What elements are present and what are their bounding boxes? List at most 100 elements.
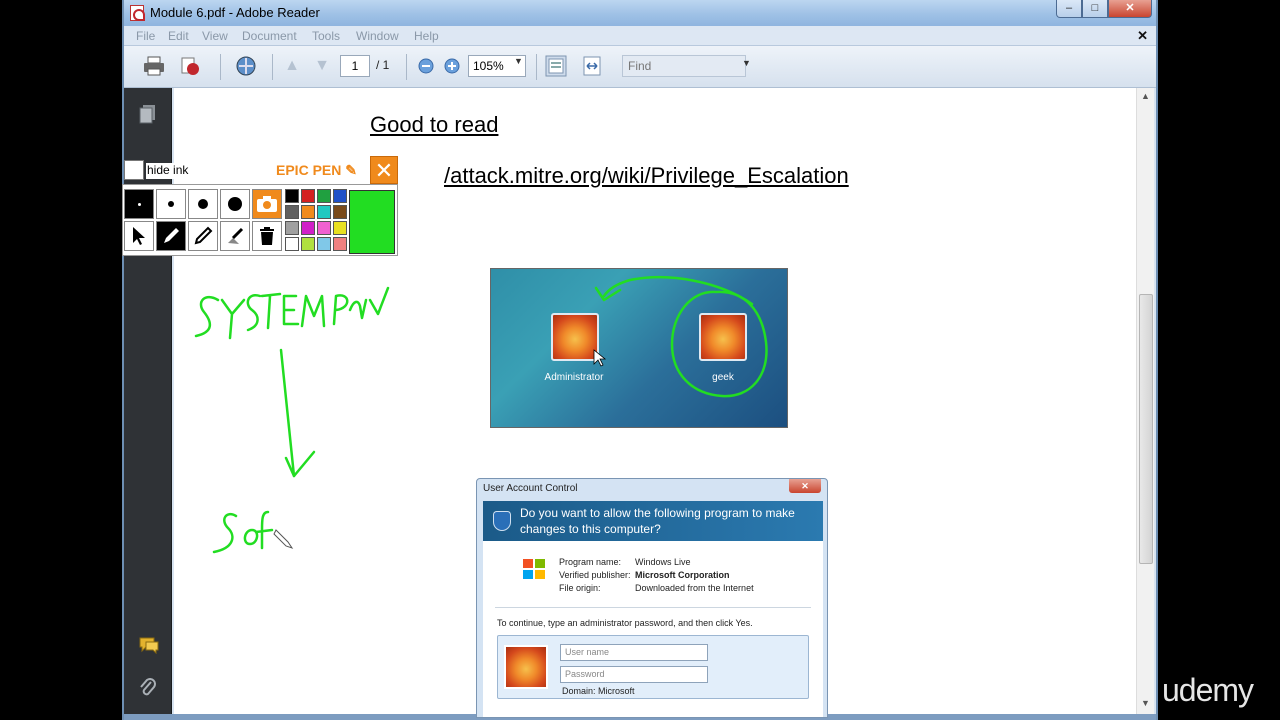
camera-icon[interactable] xyxy=(252,189,282,219)
fit-width-icon[interactable] xyxy=(580,55,604,77)
scroll-up-icon[interactable]: ▲ xyxy=(1141,91,1150,101)
minimize-button[interactable]: – xyxy=(1056,0,1082,18)
program-name-label: Program name: xyxy=(559,557,622,567)
toolbar-separator xyxy=(272,54,273,80)
maximize-button[interactable]: □ xyxy=(1082,0,1108,18)
fit-page-icon[interactable] xyxy=(544,55,568,77)
hide-ink-checkbox[interactable] xyxy=(124,160,144,180)
menu-view[interactable]: View xyxy=(202,29,228,43)
toolbar: ▲ ▼ 1 / 1 105% ▼ Find ▼ xyxy=(124,46,1156,88)
vertical-scrollbar[interactable]: ▲ ▼ xyxy=(1136,88,1154,714)
pen-size-large[interactable] xyxy=(188,189,218,219)
close-window-button[interactable]: ✕ xyxy=(1108,0,1152,18)
title-bar[interactable]: Module 6.pdf - Adobe Reader – □ ✕ xyxy=(124,0,1156,26)
active-color-swatch[interactable] xyxy=(349,190,395,254)
pdf-icon xyxy=(130,5,145,21)
menu-tools[interactable]: Tools xyxy=(312,29,340,43)
color-swatch[interactable] xyxy=(317,189,331,203)
epic-pen-close-button[interactable]: ✕ xyxy=(370,156,398,184)
udemy-watermark: udemy xyxy=(1162,672,1254,708)
logon-screenshot: Administrator geek xyxy=(490,268,788,428)
color-swatch[interactable] xyxy=(301,221,315,235)
find-input[interactable]: Find xyxy=(622,55,746,77)
uac-instruction: To continue, type an administrator passw… xyxy=(497,618,753,628)
file-origin-label: File origin: xyxy=(559,583,601,593)
create-pdf-icon[interactable] xyxy=(178,55,202,77)
color-swatch[interactable] xyxy=(285,237,299,251)
page-number-input[interactable]: 1 xyxy=(340,55,370,77)
color-swatch[interactable] xyxy=(285,205,299,219)
color-swatch[interactable] xyxy=(333,205,347,219)
uac-title: User Account Control xyxy=(483,483,578,494)
divider xyxy=(495,607,811,608)
menu-help[interactable]: Help xyxy=(414,29,439,43)
password-field: Password xyxy=(560,666,708,683)
shield-icon xyxy=(493,511,511,531)
pen-size-small[interactable] xyxy=(124,189,154,219)
menu-window[interactable]: Window xyxy=(356,29,399,43)
screen: Module 6.pdf - Adobe Reader – □ ✕ File E… xyxy=(0,0,1280,720)
color-swatch[interactable] xyxy=(333,221,347,235)
print-icon[interactable] xyxy=(142,55,166,77)
publisher-label: Verified publisher: xyxy=(559,570,631,580)
color-swatch[interactable] xyxy=(317,205,331,219)
pen-size-xlarge[interactable] xyxy=(220,189,250,219)
comments-icon[interactable] xyxy=(138,636,159,656)
color-swatch[interactable] xyxy=(301,189,315,203)
color-swatch[interactable] xyxy=(285,221,299,235)
uac-dialog-screenshot: User Account Control ✕ Do you want to al… xyxy=(476,478,828,718)
color-swatch[interactable] xyxy=(285,189,299,203)
uac-body: Program name: Windows Live Verified publ… xyxy=(483,541,823,717)
user-tile-icon xyxy=(699,313,747,361)
user-name-geek: geek xyxy=(712,372,734,383)
pen-size-medium[interactable] xyxy=(156,189,186,219)
color-swatch[interactable] xyxy=(301,205,315,219)
user-tile-icon xyxy=(551,313,599,361)
credential-box: User name Password Domain: Microsoft xyxy=(497,635,809,699)
toolbar-separator xyxy=(536,54,537,80)
color-swatch[interactable] xyxy=(317,221,331,235)
reference-link[interactable]: /attack.mitre.org/wiki/Privilege_Escalat… xyxy=(444,163,849,189)
pages-icon[interactable] xyxy=(138,104,158,124)
scroll-down-icon[interactable]: ▼ xyxy=(1141,698,1150,708)
menu-file[interactable]: File xyxy=(136,29,155,43)
hide-ink-label: hide ink xyxy=(146,163,226,179)
page-heading: Good to read xyxy=(370,112,499,137)
zoom-in-icon[interactable] xyxy=(440,55,464,77)
trash-icon[interactable] xyxy=(252,221,282,251)
cursor-icon[interactable] xyxy=(124,221,154,251)
chevron-down-icon[interactable]: ▼ xyxy=(742,58,751,68)
collaborate-icon[interactable] xyxy=(234,55,258,77)
close-icon: ✕ xyxy=(789,479,821,493)
epic-pen-tools xyxy=(122,184,398,256)
epic-pen-title: EPIC PEN ✎ xyxy=(276,162,357,178)
highlighter-icon[interactable] xyxy=(188,221,218,251)
next-page-icon[interactable]: ▼ xyxy=(310,55,334,77)
attachment-icon[interactable] xyxy=(138,678,158,698)
page-total: / 1 xyxy=(376,58,390,72)
color-swatch[interactable] xyxy=(301,237,315,251)
publisher-value: Microsoft Corporation xyxy=(635,570,730,580)
close-document-button[interactable]: ✕ xyxy=(1137,28,1148,44)
epic-pen-toolbar: hide ink EPIC PEN ✎ ✕ xyxy=(122,156,398,256)
color-swatch[interactable] xyxy=(333,189,347,203)
previous-page-icon[interactable]: ▲ xyxy=(280,55,304,77)
domain-label: Domain: Microsoft xyxy=(562,686,635,696)
user-tile-icon xyxy=(504,645,548,689)
windows-logo-icon xyxy=(523,559,547,581)
chevron-down-icon[interactable]: ▼ xyxy=(514,56,523,66)
epic-pen-header: hide ink EPIC PEN ✎ ✕ xyxy=(122,156,398,184)
program-name-value: Windows Live xyxy=(635,557,691,567)
menu-document[interactable]: Document xyxy=(242,29,297,43)
scroll-thumb[interactable] xyxy=(1139,294,1153,564)
eraser-icon[interactable] xyxy=(220,221,250,251)
pen-icon[interactable] xyxy=(156,221,186,251)
toolbar-separator xyxy=(406,54,407,80)
menu-edit[interactable]: Edit xyxy=(168,29,189,43)
color-swatch[interactable] xyxy=(317,237,331,251)
window-title: Module 6.pdf - Adobe Reader xyxy=(150,5,320,20)
color-swatch[interactable] xyxy=(333,237,347,251)
menu-bar: File Edit View Document Tools Window Hel… xyxy=(124,26,1156,46)
file-origin-value: Downloaded from the Internet xyxy=(635,583,754,593)
zoom-out-icon[interactable] xyxy=(414,55,438,77)
